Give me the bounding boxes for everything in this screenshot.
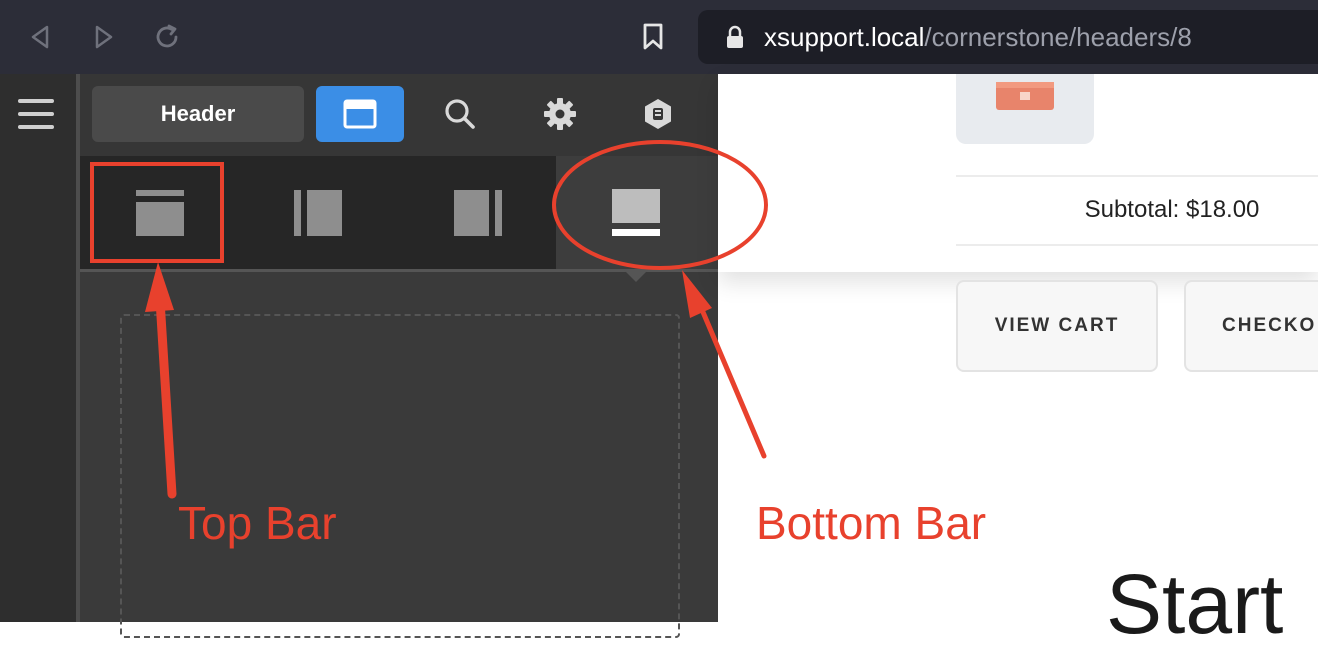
reload-icon[interactable]	[152, 22, 182, 52]
editor-rail	[0, 74, 76, 622]
top-bar-label: Top Bar	[178, 497, 337, 549]
bar-row-divider	[80, 269, 718, 272]
bar-dropzone[interactable]	[120, 314, 680, 638]
page-heading: Start	[1106, 557, 1284, 651]
gear-icon[interactable]	[516, 86, 604, 142]
cart-subtotal: Subtotal: $18.00	[1084, 196, 1260, 223]
checkout-button[interactable]: CHECKO	[1184, 280, 1318, 372]
right-bar-icon[interactable]	[408, 170, 548, 256]
lock-icon	[724, 25, 746, 49]
header-button[interactable]: Header	[92, 86, 304, 142]
cart-divider-bottom	[956, 244, 1318, 246]
view-cart-button[interactable]: VIEW CART	[956, 280, 1158, 372]
bookmark-icon[interactable]	[638, 22, 668, 52]
url-host: xsupport.local	[764, 22, 925, 52]
url-path: /cornerstone/headers/8	[924, 22, 1192, 52]
back-arrow-icon[interactable]	[26, 22, 56, 52]
bottom-bar-icon[interactable]	[566, 170, 706, 256]
top-bar-icon[interactable]	[90, 170, 230, 256]
product-thumbnail[interactable]	[956, 74, 1094, 144]
bottom-bar-label: Bottom Bar	[756, 497, 987, 549]
plugin-badge-icon[interactable]	[614, 86, 702, 142]
layout-icon[interactable]	[316, 86, 404, 142]
forward-arrow-icon[interactable]	[88, 22, 118, 52]
cart-divider-top	[956, 175, 1318, 177]
url-text[interactable]: xsupport.local/cornerstone/headers/8	[764, 20, 1192, 54]
active-tab-caret	[624, 270, 648, 282]
hamburger-icon[interactable]	[18, 97, 54, 131]
left-bar-icon[interactable]	[248, 170, 388, 256]
search-icon[interactable]	[416, 86, 504, 142]
